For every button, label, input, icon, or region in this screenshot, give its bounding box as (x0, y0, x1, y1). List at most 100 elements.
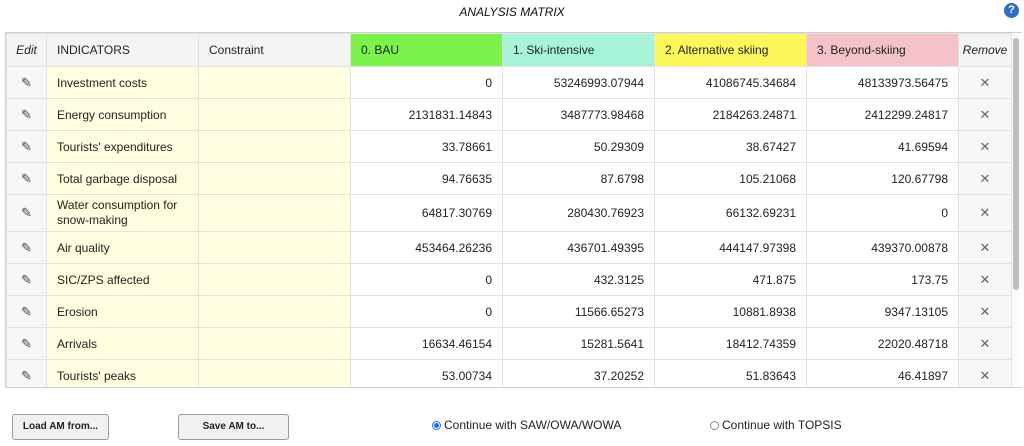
edit-row-cell[interactable]: ✎ (6, 295, 47, 328)
edit-row-cell[interactable]: ✎ (6, 327, 47, 360)
value-cell[interactable]: 53.00734 (350, 359, 503, 387)
remove-row-cell[interactable]: ✕ (958, 327, 1012, 360)
remove-row-cell[interactable]: ✕ (958, 194, 1012, 232)
value-cell[interactable]: 87.6798 (502, 162, 655, 195)
alternative-header-ski-intensive[interactable]: 1. Ski-intensive (502, 33, 655, 67)
close-icon[interactable]: ✕ (980, 368, 991, 383)
value-cell[interactable]: 3487773.98468 (502, 98, 655, 131)
edit-row-cell[interactable]: ✎ (6, 359, 47, 387)
alternative-header-alternative-skiing[interactable]: 2. Alternative skiing (654, 33, 807, 67)
close-icon[interactable]: ✕ (980, 205, 991, 220)
value-cell[interactable]: 471.875 (654, 263, 807, 296)
value-cell[interactable]: 48133973.56475 (806, 66, 959, 99)
remove-row-cell[interactable]: ✕ (958, 98, 1012, 131)
remove-row-cell[interactable]: ✕ (958, 295, 1012, 328)
value-cell[interactable]: 94.76635 (350, 162, 503, 195)
value-cell[interactable]: 51.83643 (654, 359, 807, 387)
edit-row-cell[interactable]: ✎ (6, 263, 47, 296)
constraint-cell[interactable] (198, 263, 351, 296)
pencil-icon[interactable]: ✎ (21, 205, 32, 220)
value-cell[interactable]: 37.20252 (502, 359, 655, 387)
save-am-button[interactable]: Save AM to... (178, 414, 289, 440)
pencil-icon[interactable]: ✎ (21, 75, 32, 90)
alternative-header-beyond-skiing[interactable]: 3. Beyond-skiing (806, 33, 959, 67)
close-icon[interactable]: ✕ (980, 139, 991, 154)
option-topsis[interactable]: Continue with TOPSIS (710, 418, 842, 432)
pencil-icon[interactable]: ✎ (21, 368, 32, 383)
pencil-icon[interactable]: ✎ (21, 139, 32, 154)
value-cell[interactable]: 280430.76923 (502, 194, 655, 232)
close-icon[interactable]: ✕ (980, 107, 991, 122)
value-cell[interactable]: 15281.5641 (502, 327, 655, 360)
close-icon[interactable]: ✕ (980, 171, 991, 186)
constraint-cell[interactable] (198, 295, 351, 328)
value-cell[interactable]: 66132.69231 (654, 194, 807, 232)
pencil-icon[interactable]: ✎ (21, 272, 32, 287)
value-cell[interactable]: 444147.97398 (654, 231, 807, 264)
value-cell[interactable]: 64817.30769 (350, 194, 503, 232)
close-icon[interactable]: ✕ (980, 336, 991, 351)
value-cell[interactable]: 439370.00878 (806, 231, 959, 264)
value-cell[interactable]: 33.78661 (350, 130, 503, 163)
close-icon[interactable]: ✕ (980, 304, 991, 319)
option-saw-owa-wowa[interactable]: Continue with SAW/OWA/WOWA (432, 418, 621, 432)
scrollbar-thumb[interactable] (1013, 38, 1019, 290)
value-cell[interactable]: 41086745.34684 (654, 66, 807, 99)
edit-row-cell[interactable]: ✎ (6, 231, 47, 264)
radio-topsis[interactable] (710, 420, 719, 430)
value-cell[interactable]: 41.69594 (806, 130, 959, 163)
value-cell[interactable]: 453464.26236 (350, 231, 503, 264)
value-cell[interactable]: 2131831.14843 (350, 98, 503, 131)
close-icon[interactable]: ✕ (980, 75, 991, 90)
close-icon[interactable]: ✕ (980, 272, 991, 287)
remove-row-cell[interactable]: ✕ (958, 130, 1012, 163)
help-icon[interactable]: ? (1004, 3, 1019, 18)
remove-row-cell[interactable]: ✕ (958, 263, 1012, 296)
radio-saw-owa-wowa[interactable] (432, 420, 441, 430)
pencil-icon[interactable]: ✎ (21, 304, 32, 319)
value-cell[interactable]: 105.21068 (654, 162, 807, 195)
value-cell[interactable]: 0 (350, 263, 503, 296)
value-cell[interactable]: 18412.74359 (654, 327, 807, 360)
pencil-icon[interactable]: ✎ (21, 240, 32, 255)
edit-row-cell[interactable]: ✎ (6, 194, 47, 232)
constraint-cell[interactable] (198, 66, 351, 99)
edit-row-cell[interactable]: ✎ (6, 162, 47, 195)
edit-row-cell[interactable]: ✎ (6, 98, 47, 131)
value-cell[interactable]: 46.41897 (806, 359, 959, 387)
constraint-cell[interactable] (198, 327, 351, 360)
value-cell[interactable]: 53246993.07944 (502, 66, 655, 99)
value-cell[interactable]: 2412299.24817 (806, 98, 959, 131)
value-cell[interactable]: 0 (350, 295, 503, 328)
value-cell[interactable]: 432.3125 (502, 263, 655, 296)
edit-row-cell[interactable]: ✎ (6, 130, 47, 163)
value-cell[interactable]: 38.67427 (654, 130, 807, 163)
remove-row-cell[interactable]: ✕ (958, 162, 1012, 195)
value-cell[interactable]: 173.75 (806, 263, 959, 296)
value-cell[interactable]: 50.29309 (502, 130, 655, 163)
value-cell[interactable]: 436701.49395 (502, 231, 655, 264)
value-cell[interactable]: 0 (350, 66, 503, 99)
constraint-cell[interactable] (198, 359, 351, 387)
pencil-icon[interactable]: ✎ (21, 336, 32, 351)
remove-row-cell[interactable]: ✕ (958, 66, 1012, 99)
remove-row-cell[interactable]: ✕ (958, 359, 1012, 387)
constraint-cell[interactable] (198, 231, 351, 264)
constraint-cell[interactable] (198, 162, 351, 195)
alternative-header-bau[interactable]: 0. BAU (350, 33, 503, 67)
value-cell[interactable]: 10881.8938 (654, 295, 807, 328)
value-cell[interactable]: 16634.46154 (350, 327, 503, 360)
pencil-icon[interactable]: ✎ (21, 107, 32, 122)
constraint-cell[interactable] (198, 98, 351, 131)
pencil-icon[interactable]: ✎ (21, 171, 32, 186)
load-am-button[interactable]: Load AM from... (12, 414, 109, 440)
close-icon[interactable]: ✕ (980, 240, 991, 255)
value-cell[interactable]: 9347.13105 (806, 295, 959, 328)
edit-row-cell[interactable]: ✎ (6, 66, 47, 99)
value-cell[interactable]: 11566.65273 (502, 295, 655, 328)
remove-row-cell[interactable]: ✕ (958, 231, 1012, 264)
value-cell[interactable]: 2184263.24871 (654, 98, 807, 131)
constraint-cell[interactable] (198, 130, 351, 163)
value-cell[interactable]: 0 (806, 194, 959, 232)
constraint-cell[interactable] (198, 194, 351, 232)
